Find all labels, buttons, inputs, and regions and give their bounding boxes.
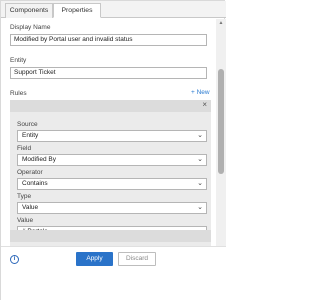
operator-label: Operator — [17, 169, 43, 176]
field-select[interactable]: Modified By ⌄ — [17, 154, 207, 166]
source-value: Entity — [22, 132, 39, 139]
info-icon[interactable]: i — [10, 255, 19, 264]
new-rule-link[interactable]: + New — [191, 89, 210, 96]
properties-content: Display Name Modified by Portal user and… — [1, 19, 216, 273]
type-label: Type — [17, 193, 32, 200]
value-label: Value — [17, 217, 34, 224]
field-value: Modified By — [22, 156, 56, 163]
rules-label: Rules — [10, 90, 27, 97]
type-select[interactable]: Value ⌄ — [17, 202, 207, 214]
type-value: Value — [22, 204, 39, 211]
chevron-down-icon: ⌄ — [197, 132, 203, 139]
rule-card: × Source Entity ⌄ Field Modified By ⌄ Op… — [10, 100, 211, 245]
apply-button[interactable]: Apply — [76, 252, 113, 266]
operator-select[interactable]: Contains ⌄ — [17, 178, 207, 190]
tab-bar: Components Properties — [1, 1, 226, 18]
scroll-up-icon[interactable]: ▲ — [216, 19, 226, 27]
display-name-input[interactable]: Modified by Portal user and invalid stat… — [10, 34, 207, 46]
tab-components[interactable]: Components — [5, 3, 53, 18]
display-name-label: Display Name — [10, 24, 51, 31]
chevron-down-icon: ⌄ — [197, 180, 203, 187]
vertical-scrollbar[interactable]: ▲ ▼ — [216, 19, 226, 273]
field-label: Field — [17, 145, 32, 152]
tab-properties[interactable]: Properties — [53, 3, 101, 18]
footer-bar: i Apply Discard — [1, 246, 226, 300]
scroll-thumb[interactable] — [218, 69, 224, 174]
chevron-down-icon: ⌄ — [197, 204, 203, 211]
properties-panel: Components Properties Display Name Modif… — [0, 0, 226, 300]
chevron-down-icon: ⌄ — [197, 156, 203, 163]
close-icon[interactable]: × — [202, 100, 207, 109]
entity-label: Entity — [10, 57, 27, 64]
source-label: Source — [17, 121, 38, 128]
rule-card-body: Source Entity ⌄ Field Modified By ⌄ Oper… — [10, 112, 211, 245]
discard-button[interactable]: Discard — [118, 252, 156, 266]
entity-input[interactable]: Support Ticket — [10, 67, 207, 79]
operator-value: Contains — [22, 180, 48, 187]
source-select[interactable]: Entity ⌄ — [17, 130, 207, 142]
rule-card-header: × — [10, 100, 211, 112]
